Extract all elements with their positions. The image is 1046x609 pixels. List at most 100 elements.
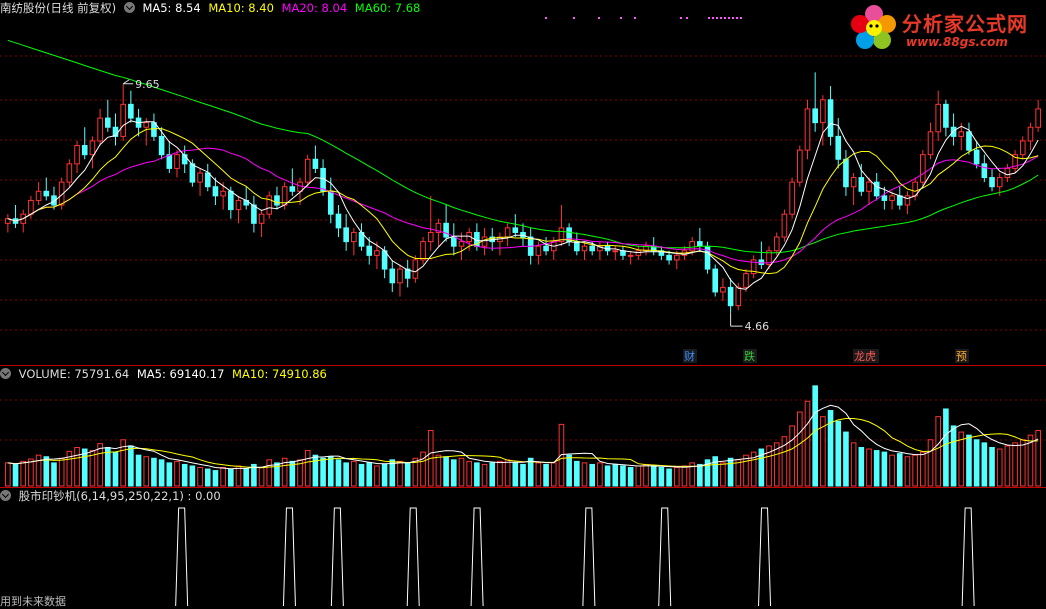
volume-label: VOLUME: 75791.64 bbox=[18, 367, 130, 381]
candle-body bbox=[43, 190, 50, 197]
volume-bar bbox=[458, 457, 465, 487]
volume-bar bbox=[151, 457, 157, 487]
volume-bar bbox=[312, 454, 319, 487]
volume-bar bbox=[850, 442, 857, 487]
event-marker: 财 bbox=[684, 349, 695, 363]
candle-body bbox=[343, 227, 349, 243]
signal-dot bbox=[724, 17, 726, 19]
logo-url: www.88gs.com bbox=[906, 35, 1008, 49]
stock-title[interactable]: 南纺股份(日线 前复权) bbox=[0, 1, 116, 15]
signal-dot bbox=[736, 17, 738, 19]
volume-bar bbox=[658, 467, 665, 487]
candle-body bbox=[896, 195, 903, 206]
volume-bar bbox=[666, 468, 672, 487]
candle-body bbox=[697, 241, 703, 247]
volume-bar bbox=[51, 462, 57, 487]
signal-dot bbox=[732, 17, 734, 19]
volume-bar bbox=[450, 459, 457, 487]
volume-panel-header: VOLUME: 75791.64 MA5: 69140.17 MA10: 749… bbox=[0, 366, 331, 382]
candle-body bbox=[796, 149, 803, 183]
site-logo: 分析家公式网 www.88gs.com bbox=[846, 2, 1042, 54]
volume-bar bbox=[197, 467, 203, 487]
volume-bar bbox=[996, 448, 1003, 487]
indicator-signal-spike bbox=[582, 507, 596, 607]
candle-body bbox=[804, 108, 811, 151]
signal-dot bbox=[598, 17, 600, 19]
candle-body bbox=[158, 135, 165, 156]
candle-body bbox=[412, 259, 419, 279]
indicator-signal-spike bbox=[961, 507, 975, 607]
indicator-signal-spike bbox=[330, 507, 344, 607]
low-price-label: 4.66 bbox=[745, 320, 770, 333]
volume-bar bbox=[335, 459, 342, 487]
volume-bar bbox=[597, 462, 603, 487]
volume-bar bbox=[673, 467, 680, 487]
candle-body bbox=[827, 99, 834, 137]
volume-bar bbox=[620, 465, 626, 487]
flower-logo-icon bbox=[851, 5, 896, 49]
logo-title: 分析家公式网 bbox=[902, 12, 1028, 36]
volume-bar bbox=[212, 470, 219, 487]
volume-bar bbox=[543, 463, 549, 487]
signal-dot bbox=[712, 17, 714, 19]
candle-body bbox=[966, 131, 972, 151]
volume-bar bbox=[796, 411, 803, 487]
candle-body bbox=[228, 190, 234, 211]
volume-bar bbox=[943, 408, 949, 487]
candle-body bbox=[212, 186, 219, 197]
candle-body bbox=[81, 145, 88, 156]
candle-body bbox=[735, 286, 742, 307]
candle-body bbox=[443, 222, 449, 238]
candle-body bbox=[66, 163, 73, 183]
signal-dot bbox=[545, 17, 547, 19]
volume-bar bbox=[574, 460, 580, 487]
volume-bar bbox=[112, 451, 119, 487]
candle-body bbox=[427, 231, 434, 243]
volume-bar bbox=[904, 456, 911, 487]
candle-body bbox=[28, 199, 34, 215]
volume-bar bbox=[650, 465, 657, 487]
volume-bar bbox=[220, 467, 226, 487]
candle-body bbox=[481, 236, 488, 247]
candle-body bbox=[850, 177, 857, 188]
volume-bar bbox=[181, 463, 188, 487]
volume-bar bbox=[243, 468, 250, 487]
volume-bar bbox=[604, 465, 611, 487]
volume-bar bbox=[966, 434, 972, 487]
volume-bar bbox=[304, 450, 311, 487]
candle-body bbox=[1035, 108, 1041, 128]
volume-bar bbox=[404, 462, 411, 487]
event-marker: 预 bbox=[956, 350, 967, 363]
candle-body bbox=[935, 103, 942, 133]
volume-bar bbox=[527, 457, 534, 487]
volume-bar bbox=[835, 420, 842, 487]
candle-body bbox=[889, 195, 895, 201]
candle-body bbox=[758, 259, 765, 265]
signal-dot bbox=[720, 17, 722, 19]
indicator-signal-spike bbox=[175, 507, 189, 607]
candle-body bbox=[1019, 140, 1026, 156]
volume-bar bbox=[166, 462, 173, 487]
volume-bar bbox=[896, 453, 903, 487]
candle-body bbox=[197, 172, 203, 183]
dropdown-icon[interactable] bbox=[0, 490, 11, 501]
candle-body bbox=[973, 149, 980, 165]
dropdown-icon[interactable] bbox=[123, 2, 135, 13]
volume-bar bbox=[135, 454, 142, 487]
indicator-signal-spike bbox=[406, 507, 420, 607]
volume-bar bbox=[381, 463, 388, 487]
candle-body bbox=[927, 131, 934, 156]
volume-bar bbox=[1012, 442, 1018, 487]
candle-body bbox=[820, 99, 826, 124]
volume-bar bbox=[504, 459, 511, 487]
dropdown-icon[interactable] bbox=[0, 368, 11, 379]
candle-body bbox=[1027, 126, 1034, 142]
signal-dot bbox=[573, 17, 575, 19]
volume-bar bbox=[812, 385, 818, 487]
ma60-label: MA60: 7.68 bbox=[354, 1, 421, 15]
candle-body bbox=[504, 227, 511, 238]
volume-bar bbox=[189, 465, 196, 487]
stock-chart[interactable]: 9.65 4.66 财 跌 龙虎 预 bbox=[0, 0, 1046, 608]
candle-body bbox=[920, 154, 926, 183]
volume-bar bbox=[435, 454, 442, 487]
